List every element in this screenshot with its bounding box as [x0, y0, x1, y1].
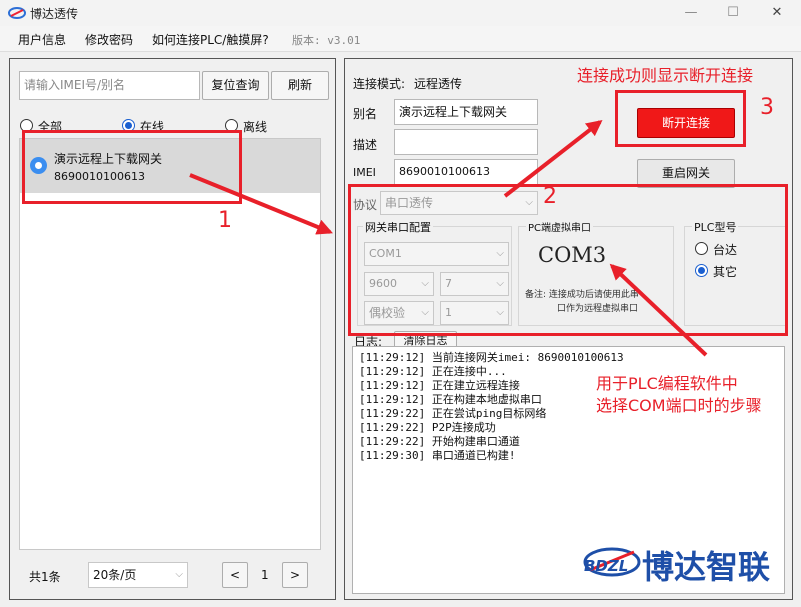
- watermark-logo-text: BDZL: [584, 557, 629, 575]
- annotation-arrows: [189, 120, 708, 357]
- watermark-brand: 博达智联: [642, 548, 771, 586]
- arrow-to-box-2: [189, 173, 333, 235]
- arrow-to-virtual-port: [609, 263, 708, 357]
- arrow-to-box-3: [503, 120, 603, 198]
